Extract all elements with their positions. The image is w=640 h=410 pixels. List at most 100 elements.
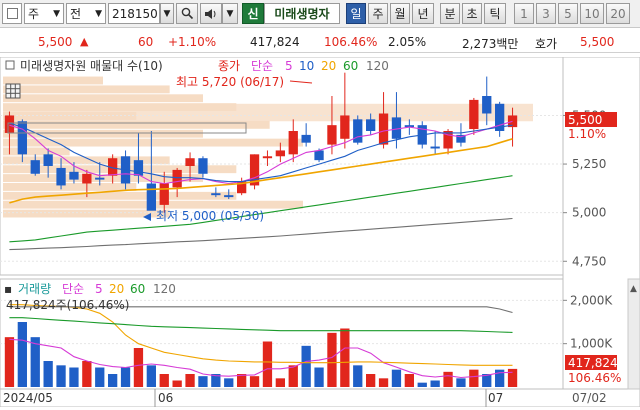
price-type-select[interactable]: 전 ▼ <box>66 3 106 24</box>
overlap-band-1 <box>3 85 170 94</box>
quote-label: 호가 <box>535 37 558 51</box>
candle-body <box>378 113 389 145</box>
tab-month[interactable]: 월 <box>390 3 410 24</box>
current-volume-tag: 417,824 106.46% <box>565 355 621 385</box>
current-price-tag-value: 5,500 <box>568 113 602 127</box>
company-badge[interactable]: 신 <box>242 3 264 24</box>
up-arrow-icon: ▲ <box>80 35 89 48</box>
search-button[interactable] <box>176 3 198 24</box>
overlap-band-13 <box>3 191 237 200</box>
x-label-07-02: 07/02 <box>572 391 607 405</box>
count-1[interactable]: 1 <box>514 3 534 24</box>
candle-body <box>82 173 92 184</box>
price-tick-label: 4,750 <box>572 254 606 268</box>
price-legend-ma5: 5 <box>285 59 293 73</box>
x-axis-frame <box>0 388 640 408</box>
volume-bar <box>366 374 376 387</box>
price-legend-ma120: 120 <box>366 59 389 73</box>
volume-bar <box>17 322 27 387</box>
volume-legend-title: 거래량 <box>18 282 51 296</box>
candle-body <box>95 177 105 180</box>
grid-toggle-icon[interactable] <box>5 83 21 99</box>
chart-area[interactable]: 5,500 5,250 5,000 4,750 2,000K 1,000K 미래생명자원 … <box>0 56 640 408</box>
volume-bar <box>120 367 131 387</box>
overlap-band-12 <box>3 183 137 191</box>
tab-minute[interactable]: 분 <box>440 3 460 24</box>
volume-legend-ma120: 120 <box>153 282 176 296</box>
candle-body <box>133 160 144 176</box>
current-volume-tag-value: 417,824 <box>568 356 618 370</box>
volume-bar <box>275 378 285 387</box>
volume-bar <box>353 365 363 387</box>
checkbox[interactable] <box>2 3 22 24</box>
candle-body <box>314 150 324 161</box>
volume-bar <box>198 376 208 387</box>
candle-body <box>327 125 337 145</box>
candle-body <box>185 158 195 166</box>
toolbar: 주 ▼ 전 ▼ 218150 ▼ ▼ 신 미래생명자 일 주 월 년 분 초 틱… <box>0 0 640 28</box>
volume-bar <box>185 374 195 387</box>
candle-body <box>172 169 182 188</box>
current-price: 5,500 <box>38 35 73 49</box>
volume-tick-label: 2,000K <box>570 293 613 307</box>
stock-code-input[interactable]: 218150 <box>108 3 160 24</box>
price-volume-chart[interactable]: 5,500 5,250 5,000 4,750 2,000K 1,000K 미래생명자원 … <box>0 56 640 408</box>
candle-body <box>353 119 363 143</box>
trade-amount: 2,273백만 <box>462 37 519 51</box>
code-dropdown-button[interactable]: ▼ <box>160 3 174 24</box>
count-5[interactable]: 5 <box>558 3 578 24</box>
volume-legend-ma-label: 단순 <box>62 282 84 296</box>
tab-day[interactable]: 일 <box>346 3 366 24</box>
overlap-band-8 <box>3 147 70 156</box>
quote-status-bar: 5,500 ▲ 60 +1.10% 417,824 106.46% 2.05% … <box>0 31 640 53</box>
count-10[interactable]: 10 <box>580 3 604 24</box>
price-tick-label: 5,250 <box>572 157 606 171</box>
search-icon <box>181 7 193 20</box>
market-type-select[interactable]: 주 ▼ <box>24 3 64 24</box>
volume-bar <box>69 367 79 387</box>
overlap-band-0 <box>3 76 103 85</box>
volume-bar <box>456 378 466 387</box>
volume-bar <box>378 378 389 387</box>
current-volume-text: 417,824주(106.46%) <box>6 298 129 312</box>
volume-legend-ma20: 20 <box>109 282 124 296</box>
candle-body <box>482 96 492 114</box>
speaker-icon <box>205 8 216 19</box>
candle-body <box>146 183 156 211</box>
volume-bar <box>417 382 427 387</box>
candle-body <box>469 99 479 130</box>
volume-bar <box>469 369 479 387</box>
volume-bar <box>249 376 260 387</box>
volume-bar <box>404 374 414 387</box>
overlap-band-5 <box>3 120 270 129</box>
tab-second[interactable]: 초 <box>462 3 482 24</box>
volume-bar <box>301 345 311 387</box>
overlap-band-7 <box>3 138 303 147</box>
tab-week[interactable]: 주 <box>368 3 388 24</box>
candle-body <box>430 146 440 149</box>
quote-price: 5,500 <box>580 35 615 49</box>
price-legend-ma10: 10 <box>299 59 314 73</box>
scroll-up-icon[interactable]: ▲ <box>630 284 637 294</box>
candle-body <box>198 158 208 174</box>
candle-body <box>288 131 298 155</box>
tab-year[interactable]: 년 <box>412 3 434 24</box>
volume-bar <box>340 328 350 387</box>
count-3[interactable]: 3 <box>536 3 556 24</box>
chevron-down-icon: ▼ <box>95 8 102 19</box>
tab-tick[interactable]: 틱 <box>484 3 506 24</box>
volume-bar <box>507 368 518 387</box>
turnover-rate: 2.05% <box>388 35 427 49</box>
sound-button[interactable] <box>200 3 222 24</box>
candle-body <box>211 193 221 196</box>
x-label-2024-05: 2024/05 <box>3 391 53 405</box>
current-ratio-tag: 106.46% <box>568 371 621 385</box>
volume-bar <box>56 365 66 387</box>
count-20[interactable]: 20 <box>606 3 630 24</box>
volume-bar <box>262 341 273 387</box>
sound-dropdown-button[interactable]: ▼ <box>222 3 238 24</box>
candle-body <box>340 115 350 139</box>
chart-scrollbar[interactable]: ▲ <box>627 278 640 390</box>
volume-legend-ma5: 5 <box>95 282 103 296</box>
volume-bar <box>159 374 169 387</box>
